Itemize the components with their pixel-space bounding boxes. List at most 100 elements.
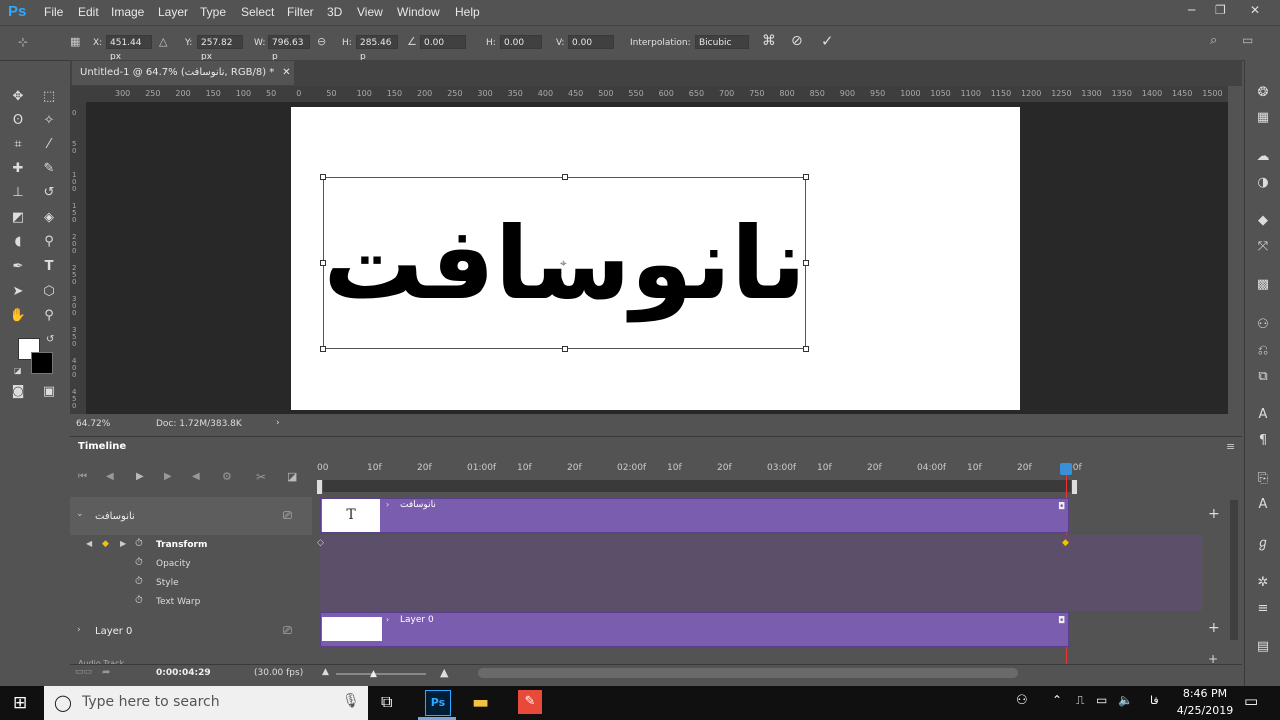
transform-handle-bl[interactable] [320,346,326,352]
transform-handle-br[interactable] [803,346,809,352]
eyedropper-icon[interactable]: ⁄ [38,134,60,156]
hand-tool-icon[interactable]: ✋ [7,305,29,327]
split-scissors-icon[interactable]: ✂ [256,470,266,484]
tray-chevron-icon[interactable]: ⌃ [1052,693,1062,707]
menu-window[interactable]: Window [397,5,440,19]
notes-icon[interactable]: ▤ [1254,638,1272,656]
move-tool-icon[interactable]: ⊹ [18,35,28,49]
menu-view[interactable]: View [357,5,383,19]
menu-file[interactable]: File [44,5,63,19]
task-view-icon[interactable]: ⧉ [381,692,392,712]
shape-tool-icon[interactable]: ⬡ [38,281,60,303]
next-frame-icon[interactable]: ▶ [164,471,172,482]
work-area-start-handle[interactable] [316,479,323,495]
windows-start-icon[interactable]: ⊞ [13,693,27,713]
notifications-icon[interactable]: ▭ [1244,692,1258,710]
search-icon[interactable]: ⌕ [1210,33,1217,48]
menu-type[interactable]: Type [200,5,226,19]
work-area-end-handle[interactable] [1071,479,1078,495]
keyframe-end-icon[interactable]: ◆ [1062,538,1069,548]
prop-style[interactable]: Style [156,578,179,588]
menu-image[interactable]: Image [111,5,144,19]
layers-icon[interactable]: ◆ [1254,212,1272,230]
play-icon[interactable]: ▶ [136,471,144,482]
expand-chevron-icon[interactable]: ⌄ [76,509,84,519]
file-explorer-icon[interactable]: ▬ [472,692,489,713]
transform-handle-tl[interactable] [320,174,326,180]
interpolation-select[interactable]: Bicubic [695,35,749,49]
zoom-in-icon[interactable]: ▲ [440,666,448,679]
prop-transform[interactable]: Transform [156,540,207,550]
transform-handle-bc[interactable] [562,346,568,352]
crop-tool-icon[interactable]: ⌗ [7,134,29,156]
cancel-icon[interactable]: ⊘ [791,33,803,49]
swatches-icon[interactable]: ▩ [1254,276,1272,294]
zoom-tool-icon[interactable]: ⚲ [38,305,60,327]
commit-icon[interactable]: ✓ [821,32,834,50]
channels-icon[interactable]: ⚇ [1254,316,1272,334]
eraser-tool-icon[interactable]: ◩ [7,207,29,229]
clip0-end-icon[interactable]: ◘ [1058,616,1065,626]
render-video-icon[interactable]: ➦ [102,667,110,678]
background-color-swatch[interactable] [31,352,53,374]
character-icon[interactable]: A [1254,406,1272,424]
language-indicator[interactable]: فا [1150,694,1159,707]
playhead-handle[interactable] [1060,463,1072,475]
next-keyframe-icon[interactable]: ▶ [120,539,126,548]
transform-handle-ml[interactable] [320,260,326,266]
angle-field[interactable]: 0.00 [420,35,466,49]
relative-position-icon[interactable]: △ [159,35,167,48]
stopwatch-opacity-icon[interactable]: ⏱ [135,557,143,568]
clip-end-icon[interactable]: ◘ [1058,502,1065,512]
clip-chevron-icon[interactable]: › [386,500,389,509]
measurement-icon[interactable]: ≡ [1254,600,1272,618]
pen-tool-icon[interactable]: ✒ [7,256,29,278]
settings-gear-icon[interactable]: ⚙ [222,470,232,483]
photoshop-taskbar-icon[interactable]: Ps [425,690,451,716]
w-field[interactable]: 796.63 p [268,35,310,62]
reference-point-crosshair-icon[interactable]: ⌖ [560,256,567,271]
grid-icon[interactable]: ▦ [1254,109,1272,127]
close-icon[interactable]: ✕ [1250,3,1260,17]
transform-handle-mr[interactable] [803,260,809,266]
prop-text-warp[interactable]: Text Warp [156,597,200,607]
history-brush-icon[interactable]: ↺ [38,182,60,204]
x-field[interactable]: 451.44 px [106,35,152,62]
transform-handle-tr[interactable] [803,174,809,180]
timecode[interactable]: 0:00:04:29 [156,668,211,678]
screen-mode-icon[interactable]: ▣ [38,381,60,403]
menu-help[interactable]: Help [455,5,480,19]
close-tab-icon[interactable]: ✕ [282,67,290,78]
transform-handle-tc[interactable] [562,174,568,180]
minimize-icon[interactable]: ─ [1188,3,1195,17]
ruler-origin[interactable] [70,86,86,102]
status-menu-chevron-icon[interactable]: › [276,418,280,428]
y-field[interactable]: 257.82 px [197,35,243,62]
type-tool-icon[interactable]: T [38,256,60,278]
adjustments-icon[interactable]: ◑ [1254,174,1272,192]
workspace-icon[interactable]: ▭ [1242,33,1253,47]
keyframe-start-icon[interactable]: ◇ [317,538,324,548]
properties-icon[interactable]: ✲ [1254,574,1272,592]
add-media-icon[interactable]: + [1208,506,1220,522]
healing-brush-icon[interactable]: ✚ [7,158,29,180]
marquee-tool-icon[interactable]: ⬚ [38,86,60,108]
menu-select[interactable]: Select [241,5,274,19]
history-icon[interactable]: ⎌ [1254,342,1272,360]
paint-bucket-icon[interactable]: ◈ [38,207,60,229]
clock-time[interactable]: 8:46 PM [1180,687,1230,700]
path-selection-icon[interactable]: ➤ [7,281,29,303]
transition-icon[interactable]: ◪ [287,470,297,483]
clip0-chevron-icon[interactable]: › [386,615,389,624]
cortana-icon[interactable]: ◯ [54,693,72,712]
move-tool-icon[interactable]: ✥ [7,86,29,108]
document-tab[interactable]: Untitled-1 @ 64.7% (نانوسافت, RGB/8) * ✕ [72,61,294,85]
people-icon[interactable]: ⚇ [1016,693,1028,708]
timeline-vertical-scrollbar[interactable] [1230,500,1238,640]
link-icon[interactable]: ⊖ [317,35,326,48]
menu-layer[interactable]: Layer [158,5,188,19]
layer0-name[interactable]: Layer 0 [95,626,132,637]
prop-opacity[interactable]: Opacity [156,559,191,569]
vskew-field[interactable]: 0.00 [568,35,614,49]
stopwatch-transform-icon[interactable]: ⏱ [135,538,143,549]
